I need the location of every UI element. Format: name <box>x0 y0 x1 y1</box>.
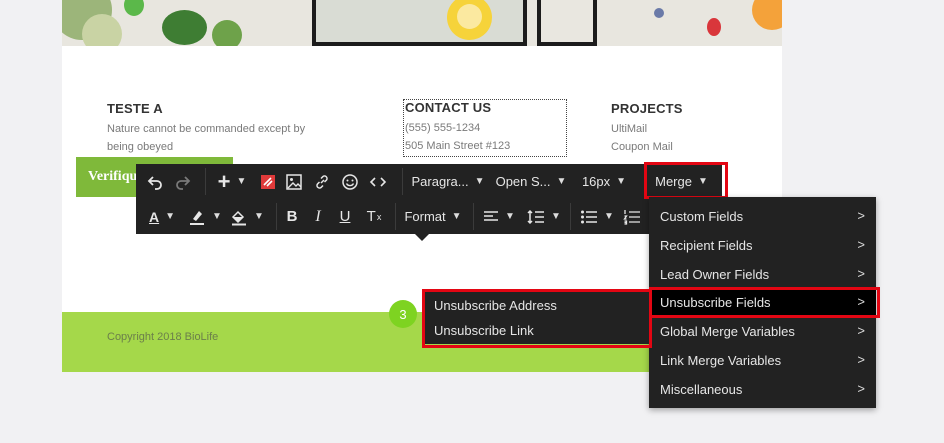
format-select-label: Format <box>404 209 446 224</box>
merge-item-label: Lead Owner Fields <box>660 267 770 282</box>
about-title: TESTE A <box>107 101 163 116</box>
highlight-icon[interactable]: ▼ <box>184 199 226 234</box>
merge-item-miscellaneous[interactable]: Miscellaneous > <box>649 375 876 404</box>
underline-icon[interactable]: U <box>333 199 357 234</box>
hero-image <box>62 0 782 46</box>
project-item-2[interactable]: Coupon Mail <box>611 138 683 156</box>
about-line-1: Nature cannot be commanded except by <box>107 123 306 135</box>
special-block-icon[interactable] <box>256 164 280 199</box>
merge-item-label: Custom Fields <box>660 209 744 224</box>
code-icon[interactable] <box>365 164 391 199</box>
chevron-right-icon: > <box>857 323 865 338</box>
chevron-down-icon: ▼ <box>451 211 462 222</box>
merge-item-label: Link Merge Variables <box>660 353 782 368</box>
merge-item-label: Miscellaneous <box>660 382 743 397</box>
submenu-highlight-box <box>422 289 652 348</box>
merge-highlight-box <box>644 162 728 199</box>
contact-title: CONTACT US <box>405 100 492 115</box>
undo-icon[interactable] <box>140 164 170 199</box>
font-size-select[interactable]: 16px ▼ <box>579 164 629 199</box>
merge-item-label: Recipient Fields <box>660 238 753 253</box>
fill-color-icon[interactable]: ▼ <box>226 199 268 234</box>
font-family-value: Open S... <box>495 174 551 189</box>
format-select[interactable]: Format ▼ <box>402 199 464 234</box>
projects-title: PROJECTS <box>611 101 683 116</box>
bold-icon[interactable]: B <box>280 199 304 234</box>
toolbar-row-1: + ▼ Paragra... ▼ Open S... ▼ 16px ▼ Merge ▼ <box>136 164 722 199</box>
project-item-1[interactable]: UltiMail <box>611 120 683 138</box>
align-icon[interactable]: ▼ <box>481 199 517 234</box>
merge-item-custom-fields[interactable]: Custom Fields > <box>649 202 876 231</box>
chevron-down-icon: ▼ <box>616 176 627 187</box>
font-family-select[interactable]: Open S... ▼ <box>495 164 567 199</box>
toolbar-row-2: A ▼ ▼ ▼ B I U Tx Format ▼ ▼ ▼ ▼ <box>136 199 722 234</box>
chevron-right-icon: > <box>857 208 865 223</box>
image-icon[interactable] <box>282 164 306 199</box>
copyright-text: Copyright 2018 BioLife <box>107 331 219 343</box>
chevron-down-icon: ▼ <box>474 176 485 187</box>
insert-plus-icon[interactable]: + ▼ <box>212 164 252 199</box>
chevron-right-icon: > <box>857 352 865 367</box>
footer-col-projects: PROJECTS UltiMail Coupon Mail <box>611 101 683 156</box>
emoji-icon[interactable] <box>338 164 362 199</box>
merge-item-label: Global Merge Variables <box>660 324 795 339</box>
font-size-value: 16px <box>581 174 611 189</box>
editor-toolbar: + ▼ Paragra... ▼ Open S... ▼ 16px ▼ Merge ▼ <box>136 164 722 241</box>
merge-item-lead-owner-fields[interactable]: Lead Owner Fields > <box>649 260 876 289</box>
text-color-icon[interactable]: A ▼ <box>142 199 182 234</box>
step-badge: 3 <box>389 300 417 328</box>
about-line-2: being obeyed <box>107 141 174 153</box>
merge-item-recipient-fields[interactable]: Recipient Fields > <box>649 231 876 260</box>
line-height-icon[interactable]: ▼ <box>524 199 564 234</box>
merge-item-global-merge-variables[interactable]: Global Merge Variables > <box>649 317 876 346</box>
contact-phone: (555) 555-1234 <box>405 122 481 134</box>
unsubscribe-fields-highlight-box <box>649 287 880 318</box>
footer-col-contact[interactable]: CONTACT US (555) 555-1234 505 Main Stree… <box>403 99 567 157</box>
link-icon[interactable] <box>310 164 334 199</box>
clear-format-icon[interactable]: Tx <box>361 199 387 234</box>
italic-icon[interactable]: I <box>306 199 330 234</box>
paragraph-select[interactable]: Paragra... ▼ <box>411 164 485 199</box>
chevron-right-icon: > <box>857 381 865 396</box>
redo-icon[interactable] <box>168 164 198 199</box>
contact-address: 505 Main Street #123 <box>405 140 511 152</box>
toolbar-pointer <box>415 234 429 241</box>
chevron-right-icon: > <box>857 237 865 252</box>
paragraph-select-value: Paragra... <box>411 174 469 189</box>
chevron-right-icon: > <box>857 266 865 281</box>
footer-col-about: TESTE A Nature cannot be commanded excep… <box>107 101 305 156</box>
bullet-list-icon[interactable]: ▼ <box>578 199 616 234</box>
chevron-down-icon: ▼ <box>556 176 567 187</box>
merge-item-link-merge-variables[interactable]: Link Merge Variables > <box>649 346 876 375</box>
numbered-list-icon[interactable] <box>620 199 644 234</box>
